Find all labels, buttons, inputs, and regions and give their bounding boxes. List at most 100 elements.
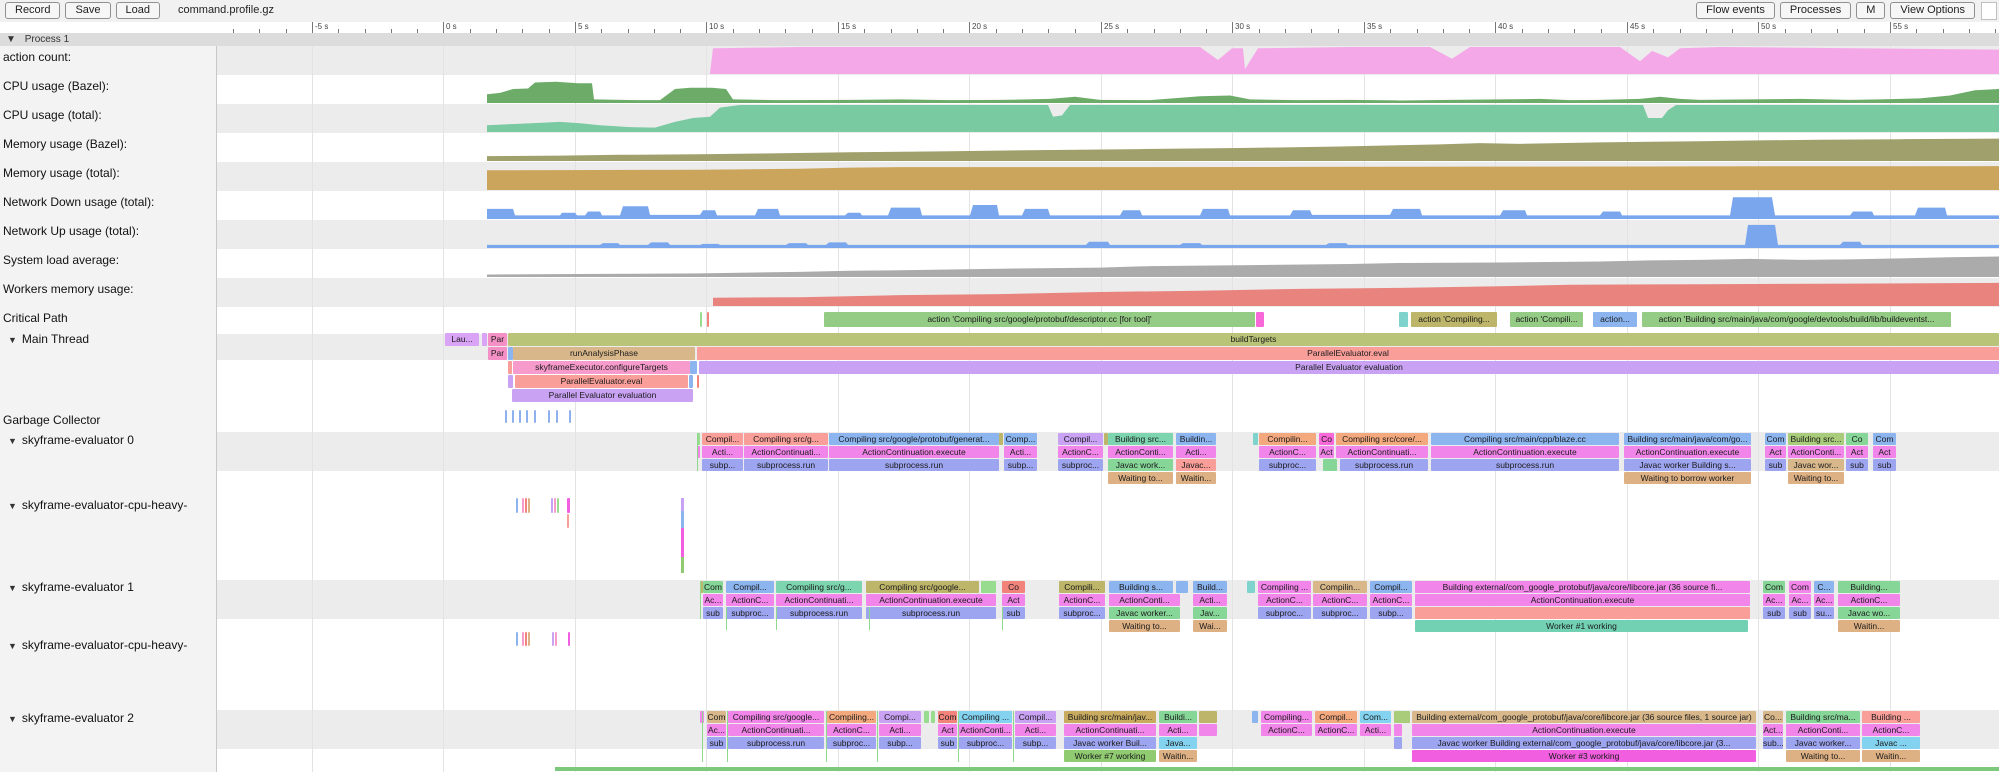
event-bar[interactable]: ActionC... (1258, 594, 1311, 606)
event-bar[interactable]: Javac ... (1862, 737, 1920, 749)
event-bar-sliver[interactable] (505, 410, 507, 423)
event-bar[interactable]: Compiling src/main/cpp/blaze.cc (1431, 433, 1619, 445)
event-bar-sliver[interactable] (551, 498, 553, 513)
event-bar[interactable]: Compiling src/core/... (1336, 433, 1428, 445)
event-bar[interactable]: Building src/main/jav... (1064, 711, 1156, 723)
event-bar[interactable]: subprocess.run (866, 607, 996, 619)
track-label-main-thread[interactable]: ▼Main Thread (8, 332, 89, 346)
event-bar[interactable]: ActionC... (1261, 724, 1312, 736)
event-bar[interactable]: Wai... (1193, 620, 1227, 632)
event-bar[interactable]: subprocess.run (744, 459, 828, 471)
event-bar[interactable]: subprocess.run (1340, 459, 1428, 471)
event-bar[interactable]: Compilin... (1313, 581, 1367, 593)
event-bar[interactable]: Act (938, 724, 957, 736)
event-bar[interactable]: Waiting to... (1788, 472, 1844, 484)
event-bar-sliver[interactable] (519, 410, 521, 423)
event-bar[interactable]: Ac... (1789, 594, 1811, 606)
event-bar[interactable]: Com (707, 711, 726, 723)
event-bar[interactable]: sub (938, 737, 957, 749)
event-bar-sliver[interactable] (924, 711, 929, 723)
event-bar-sliver[interactable] (567, 498, 570, 513)
event-bar[interactable]: Worker #3 working (1412, 750, 1756, 762)
event-bar[interactable]: Comp... (1004, 433, 1037, 445)
event-bar[interactable]: ActionContinuati... (776, 594, 862, 606)
event-bar[interactable]: Ac... (703, 594, 723, 606)
event-bar-sliver[interactable] (931, 711, 935, 723)
event-bar[interactable]: ActionContinuation.execute (829, 446, 999, 458)
event-bar[interactable]: ActionC... (726, 594, 774, 606)
event-bar[interactable]: Acti... (702, 446, 743, 458)
event-bar[interactable]: action 'Compiling src/google/protobuf/de… (824, 312, 1255, 327)
event-bar-sliver[interactable] (697, 375, 699, 388)
event-bar[interactable]: ActionConti... (1786, 724, 1860, 736)
event-bar[interactable]: subprocess.run (728, 737, 824, 749)
event-bar[interactable]: action... (1593, 312, 1637, 327)
event-bar-sliver[interactable] (707, 312, 709, 327)
event-bar-sliver[interactable] (999, 433, 1003, 445)
event-bar[interactable]: subprocess.run (829, 459, 999, 471)
event-bar-sliver[interactable] (556, 410, 558, 423)
track-label-skyframe-evaluator-cpu-heavy[interactable]: ▼skyframe-evaluator-cpu-heavy- (8, 498, 187, 512)
event-bar[interactable]: Acti... (879, 724, 921, 736)
clipped-bottom-bar[interactable] (555, 767, 1999, 771)
event-bar[interactable]: Ac... (1763, 594, 1785, 606)
event-bar[interactable]: Buildi... (1159, 711, 1197, 723)
event-bar[interactable]: ParallelEvaluator.eval (697, 347, 1999, 360)
counter-area-system-load-average[interactable] (216, 249, 1999, 278)
event-bar-sliver[interactable] (516, 632, 518, 646)
event-bar[interactable]: ActionC... (1862, 724, 1920, 736)
event-bar[interactable]: Compil... (1370, 581, 1412, 593)
event-bar[interactable]: Waitin... (1159, 750, 1197, 762)
event-bar[interactable]: subproc... (1059, 607, 1105, 619)
event-bar-sliver[interactable] (522, 632, 524, 646)
counter-area-memory-usage-bazel[interactable] (216, 133, 1999, 162)
event-bar-sliver[interactable] (1394, 737, 1402, 749)
counter-area-action-count[interactable] (216, 46, 1999, 75)
event-bar-sliver[interactable] (690, 361, 697, 374)
event-bar[interactable]: ActionConti... (959, 724, 1012, 736)
event-bar[interactable]: subproc... (726, 607, 774, 619)
event-bar[interactable]: Waiting to... (1786, 750, 1860, 762)
chart-area[interactable]: action 'Compiling src/google/protobuf/de… (0, 0, 1999, 772)
event-bar[interactable]: ActionContinuation.execute (1624, 446, 1751, 458)
event-bar-sliver[interactable] (569, 410, 571, 423)
event-bar-sliver[interactable] (1247, 581, 1255, 593)
event-bar[interactable]: subproc... (1313, 607, 1367, 619)
event-bar-sliver[interactable] (981, 581, 996, 593)
event-bar[interactable]: Waiting to... (1109, 620, 1180, 632)
event-bar[interactable]: Waiting to... (1108, 472, 1173, 484)
track-label-skyframe-evaluator-cpu-heavy[interactable]: ▼skyframe-evaluator-cpu-heavy- (8, 638, 187, 652)
event-bar[interactable]: sub (1763, 607, 1785, 619)
event-bar[interactable]: Acti... (1193, 594, 1227, 606)
event-bar[interactable]: Parallel Evaluator evaluation (512, 389, 693, 402)
event-bar[interactable]: Jav... (1193, 607, 1227, 619)
event-bar[interactable]: skyframeExecutor.configureTargets (513, 361, 690, 374)
event-bar-sliver[interactable] (1394, 724, 1402, 736)
event-bar-sliver[interactable] (512, 410, 514, 423)
event-bar[interactable]: ActionContinuati... (1064, 724, 1156, 736)
event-bar-sliver[interactable] (554, 498, 556, 513)
event-bar-sliver[interactable] (689, 375, 693, 388)
event-bar[interactable]: Build... (1193, 581, 1227, 593)
event-bar[interactable]: Buildin... (1176, 433, 1216, 445)
event-bar-sliver[interactable] (508, 375, 513, 388)
event-bar-sliver[interactable] (528, 632, 530, 646)
event-bar[interactable]: Waitin... (1838, 620, 1900, 632)
event-bar[interactable]: ActionC... (1058, 446, 1103, 458)
event-bar[interactable]: Building... (1838, 581, 1900, 593)
event-bar-sliver[interactable] (482, 333, 487, 346)
event-bar[interactable]: action 'Compili... (1510, 312, 1583, 327)
event-bar[interactable]: Acti... (1159, 724, 1197, 736)
event-bar[interactable]: sub (1002, 607, 1025, 619)
event-bar[interactable]: Javac worker Buil... (1064, 737, 1156, 749)
event-bar[interactable]: ActionC... (1370, 594, 1412, 606)
event-bar[interactable]: ActionC... (1059, 594, 1105, 606)
event-bar[interactable]: sub (703, 607, 723, 619)
collapse-arrow-icon[interactable]: ▼ (8, 335, 17, 345)
event-bar[interactable]: Compiling src/google... (728, 711, 824, 723)
event-bar[interactable]: Compil... (726, 581, 774, 593)
collapse-arrow-icon[interactable]: ▼ (8, 641, 17, 651)
event-bar[interactable]: Javac worker Building external/com_googl… (1412, 737, 1756, 749)
event-bar-sliver[interactable] (1323, 459, 1337, 471)
event-bar[interactable]: ActionConti... (1788, 446, 1844, 458)
